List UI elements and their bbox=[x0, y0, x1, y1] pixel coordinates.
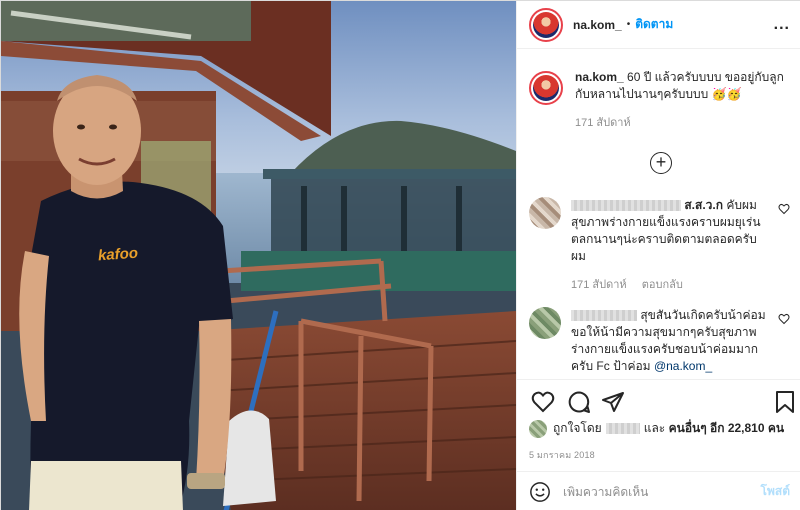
follow-button[interactable]: ติดตาม bbox=[635, 15, 673, 34]
plus-circle-icon[interactable]: + bbox=[650, 152, 672, 174]
more-options-icon[interactable]: ... bbox=[774, 16, 790, 34]
comment-item: สุขสันวันเกิดครับน้าค่อมขอให้น้ามีความสุ… bbox=[529, 307, 794, 375]
comment-input[interactable] bbox=[563, 484, 743, 499]
comment-body: ส.ส.ว.ก คับผมสุขภาพร่างกายแข็งแรงคราบผมย… bbox=[571, 197, 768, 265]
commenter-avatar[interactable] bbox=[529, 307, 561, 339]
add-comment-bar: โพสต์ bbox=[517, 471, 800, 510]
comment-meta: 171 สัปดาห์ ตอบกลับ bbox=[571, 275, 794, 293]
blurred-liker-name bbox=[605, 423, 640, 434]
others-count-link[interactable]: คนอื่นๆ อีก 22,810 คน bbox=[669, 419, 785, 438]
avatar-image bbox=[533, 11, 559, 38]
liker-avatar bbox=[529, 419, 547, 438]
blurred-username bbox=[571, 310, 637, 322]
comment-bubble-icon[interactable] bbox=[567, 390, 591, 414]
comment-timestamp[interactable]: 171 สัปดาห์ bbox=[571, 279, 627, 291]
caption-text-block: na.kom_ 60 ปี แล้วครับบบบ ขออยู่กับลูกกั… bbox=[575, 69, 794, 103]
post-date[interactable]: 5 มกราคม 2018 bbox=[529, 448, 595, 462]
and-label: และ bbox=[643, 421, 666, 435]
heart-icon[interactable] bbox=[778, 203, 790, 215]
liked-by-label: ถูกใจโดย bbox=[553, 421, 602, 435]
commenter-avatar[interactable] bbox=[529, 197, 561, 229]
heart-icon[interactable] bbox=[778, 313, 790, 325]
caption-timestamp[interactable]: 171 สัปดาห์ bbox=[575, 113, 794, 131]
comment-mention-link[interactable]: @na.kom_ bbox=[654, 359, 712, 373]
reply-button[interactable]: ตอบกลับ bbox=[642, 279, 683, 291]
share-plane-icon[interactable] bbox=[601, 390, 625, 414]
caption-username[interactable]: na.kom_ bbox=[575, 70, 624, 84]
avatar-image bbox=[533, 75, 559, 101]
post-comment-button[interactable]: โพสต์ bbox=[761, 482, 790, 501]
caption-avatar[interactable] bbox=[529, 71, 563, 105]
emoji-icon[interactable] bbox=[529, 481, 551, 503]
blurred-username bbox=[571, 200, 681, 212]
comment-body: สุขสันวันเกิดครับน้าค่อมขอให้น้ามีความสุ… bbox=[571, 307, 768, 375]
separator-dot: • bbox=[626, 19, 631, 30]
post-caption: na.kom_ 60 ปี แล้วครับบบบ ขออยู่กับลูกกั… bbox=[529, 69, 794, 131]
post-side-panel: na.kom_ • ติดตาม ... na.kom_ 60 ปี แล้วค… bbox=[516, 1, 800, 510]
instagram-post: kafoo na.kom_ • ติดตาม ... na.kom_ 60 ปี… bbox=[0, 0, 800, 510]
action-bar bbox=[517, 379, 800, 423]
post-header: na.kom_ • ติดตาม ... bbox=[517, 1, 800, 49]
post-photo[interactable]: kafoo bbox=[1, 1, 516, 510]
bookmark-icon[interactable] bbox=[775, 390, 795, 414]
comment-item: ส.ส.ว.ก คับผมสุขภาพร่างกายแข็งแรงคราบผมย… bbox=[529, 197, 794, 293]
author-username[interactable]: na.kom_ bbox=[573, 18, 622, 32]
shirt-logo-text: kafoo bbox=[97, 244, 139, 265]
comment-username[interactable]: ส.ส.ว.ก bbox=[684, 198, 723, 212]
like-heart-icon[interactable] bbox=[531, 390, 555, 414]
likes-summary: ถูกใจโดย และ คนอื่นๆ อีก 22,810 คน bbox=[529, 419, 784, 438]
author-avatar[interactable] bbox=[529, 7, 563, 42]
